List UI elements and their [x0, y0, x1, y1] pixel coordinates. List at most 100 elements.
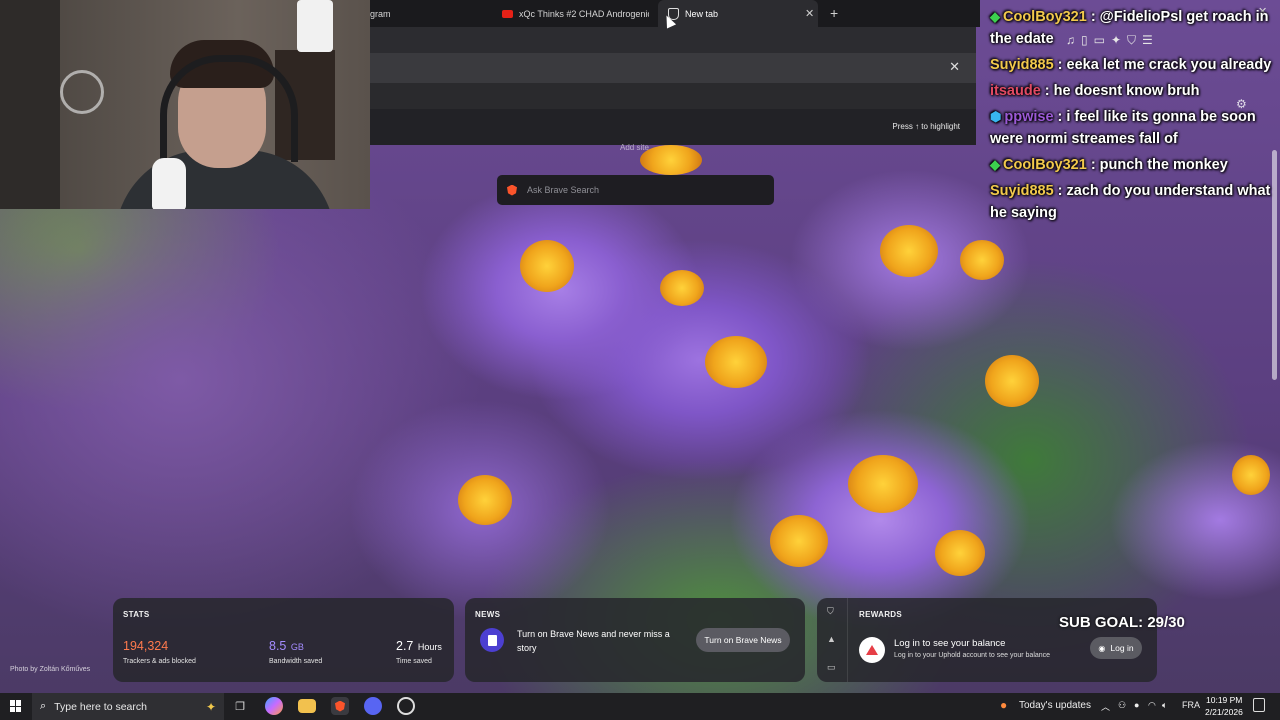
- rewards-widget: ⛉ ▲ ▭ REWARDS Log in to see your balance…: [817, 598, 1157, 682]
- login-label: Log in: [1110, 643, 1134, 653]
- youtube-icon: [502, 9, 513, 18]
- chevron-up-icon[interactable]: ︿: [1101, 700, 1110, 713]
- windows-taskbar: ⌕ Type here to search ✦ ❐ ● Today's upda…: [0, 693, 1280, 720]
- rewards-login-button[interactable]: ◉ Log in: [1090, 637, 1142, 659]
- flower-center: [985, 355, 1039, 407]
- file-explorer-icon[interactable]: [298, 699, 316, 713]
- flower-center: [935, 530, 985, 576]
- taskbar-search-input[interactable]: ⌕ Type here to search ✦: [32, 693, 224, 720]
- rewards-headline: Log in to see your balance: [894, 638, 1006, 649]
- photo-credit[interactable]: Photo by Zoltán Kőműves: [10, 666, 90, 673]
- chat-username[interactable]: Suyid885: [990, 183, 1054, 199]
- chat-overlay: ◆ CoolBoy321: @FidelioPsl get roach in th…: [990, 6, 1276, 228]
- address-bar[interactable]: ✕: [370, 53, 976, 83]
- suggestion-bar: Press ↑ to highlight: [370, 109, 976, 145]
- stats-title: STATS: [123, 610, 150, 619]
- copilot-icon[interactable]: [265, 697, 283, 715]
- close-tab-icon[interactable]: ✕: [805, 7, 814, 20]
- chat-message: Suyid885: eeka let me crack you already: [990, 54, 1276, 76]
- chat-username[interactable]: CoolBoy321: [1003, 9, 1087, 25]
- trackers-label: Trackers & ads blocked: [123, 658, 196, 665]
- chat-message: Suyid885: zach do you understand what he…: [990, 180, 1276, 224]
- chat-badge-icon: ◆: [990, 9, 1000, 24]
- chat-username[interactable]: Suyid885: [990, 57, 1054, 73]
- chat-message: ⬢ ppwise: i feel like its gonna be soon w…: [990, 106, 1276, 150]
- flower-center: [520, 240, 574, 292]
- flower-center: [660, 270, 704, 306]
- rewards-sidebar: ⛉ ▲ ▭: [817, 598, 848, 682]
- language-indicator[interactable]: FRA: [1182, 700, 1200, 710]
- rewards-triangle-icon[interactable]: ▲: [827, 634, 836, 644]
- tab-instagram[interactable]: gram: [370, 0, 495, 27]
- brave-browser-icon[interactable]: [331, 697, 349, 715]
- time-value: 2.7: [396, 639, 414, 653]
- chat-text: : he doesnt know bruh: [1044, 83, 1200, 99]
- bandwidth-label: Bandwidth saved: [269, 658, 323, 665]
- flower-center: [960, 240, 1004, 280]
- wifi-icon[interactable]: ◠: [1148, 700, 1156, 711]
- volume-icon[interactable]: 🔈︎: [1162, 700, 1167, 711]
- chat-badge-icon: ◆: [990, 157, 1000, 172]
- bandwidth-value: 8.5: [269, 639, 287, 653]
- task-view-icon[interactable]: ❐: [231, 697, 249, 715]
- flower-center: [458, 475, 512, 525]
- bookmarks-bar: [370, 83, 976, 109]
- clock-time[interactable]: 10:19 PM: [1206, 695, 1242, 705]
- chat-username[interactable]: CoolBoy321: [1003, 157, 1087, 173]
- close-icon[interactable]: ✕: [949, 59, 960, 75]
- uphold-logo-icon: [859, 637, 885, 663]
- chat-message: ◆ CoolBoy321: punch the monkey: [990, 154, 1276, 176]
- chat-message: ◆ CoolBoy321: @FidelioPsl get roach in th…: [990, 6, 1276, 50]
- windows-start-icon[interactable]: [10, 700, 22, 712]
- chat-username[interactable]: itsaude: [990, 83, 1041, 99]
- tab-new-tab[interactable]: New tab ✕: [658, 0, 818, 27]
- trackers-stat: 194,324 Trackers & ads blocked: [123, 637, 196, 665]
- tab-label: New tab: [685, 8, 719, 19]
- sub-goal-overlay: SUB GOAL: 29/30: [1059, 614, 1185, 631]
- todays-updates[interactable]: Today's updates: [1019, 700, 1091, 711]
- time-unit: Hours: [417, 642, 442, 652]
- chat-username[interactable]: ppwise: [1004, 109, 1053, 125]
- webcam-door: [0, 0, 60, 209]
- card-icon[interactable]: ▭: [827, 662, 836, 673]
- discord-icon[interactable]: [364, 697, 382, 715]
- tab-youtube[interactable]: xQc Thinks #2 CHAD Androgenic is 8: [498, 0, 658, 27]
- time-label: Time saved: [396, 658, 432, 665]
- tab-label: gram: [370, 8, 391, 19]
- shield-icon[interactable]: ⛉: [827, 606, 834, 617]
- notification-icon[interactable]: [1253, 698, 1265, 712]
- webcam-bottle: [297, 0, 333, 52]
- microphone-icon: [152, 158, 186, 209]
- news-text: Turn on Brave News and never miss a stor…: [517, 629, 670, 653]
- network-icon[interactable]: ⚇: [1118, 700, 1126, 711]
- headset-icon: [160, 55, 298, 162]
- login-icon: ◉: [1098, 643, 1106, 653]
- highlight-hint: Press ↑ to highlight: [892, 122, 960, 131]
- chat-text: : eeka let me crack you already: [1057, 57, 1272, 73]
- news-widget: NEWS Turn on Brave News and never miss a…: [465, 598, 805, 682]
- obs-icon[interactable]: [397, 697, 415, 715]
- flower-center: [848, 455, 918, 513]
- turn-on-news-button[interactable]: Turn on Brave News: [696, 628, 790, 652]
- chat-message: itsaude: he doesnt know bruh: [990, 80, 1276, 102]
- webcam-feed: [0, 0, 370, 209]
- tab-label: xQc Thinks #2 CHAD Androgenic is 8: [519, 8, 649, 19]
- rewards-title: REWARDS: [859, 610, 902, 619]
- webcam-fan: [60, 70, 104, 114]
- time-stat: 2.7 Hours Time saved: [396, 637, 442, 665]
- news-title: NEWS: [475, 610, 501, 619]
- brave-search-input[interactable]: Ask Brave Search: [497, 175, 774, 205]
- search-highlight-icon: ✦: [205, 699, 216, 714]
- brave-logo-icon: [507, 184, 517, 196]
- stats-widget: STATS 194,324 Trackers & ads blocked 8.5…: [113, 598, 454, 682]
- clock-date[interactable]: 2/21/2026: [1205, 707, 1243, 717]
- browser-toolbar: [370, 27, 976, 53]
- add-site-link[interactable]: Add site: [620, 143, 649, 152]
- weather-icon: ●: [1000, 698, 1008, 712]
- mic-icon[interactable]: ●: [1134, 700, 1139, 710]
- bandwidth-unit: GB: [290, 642, 304, 652]
- flower-center: [880, 225, 938, 277]
- new-tab-button[interactable]: +: [830, 5, 838, 21]
- news-icon: [480, 628, 504, 652]
- chat-badge-icon: ⬢: [990, 109, 1002, 124]
